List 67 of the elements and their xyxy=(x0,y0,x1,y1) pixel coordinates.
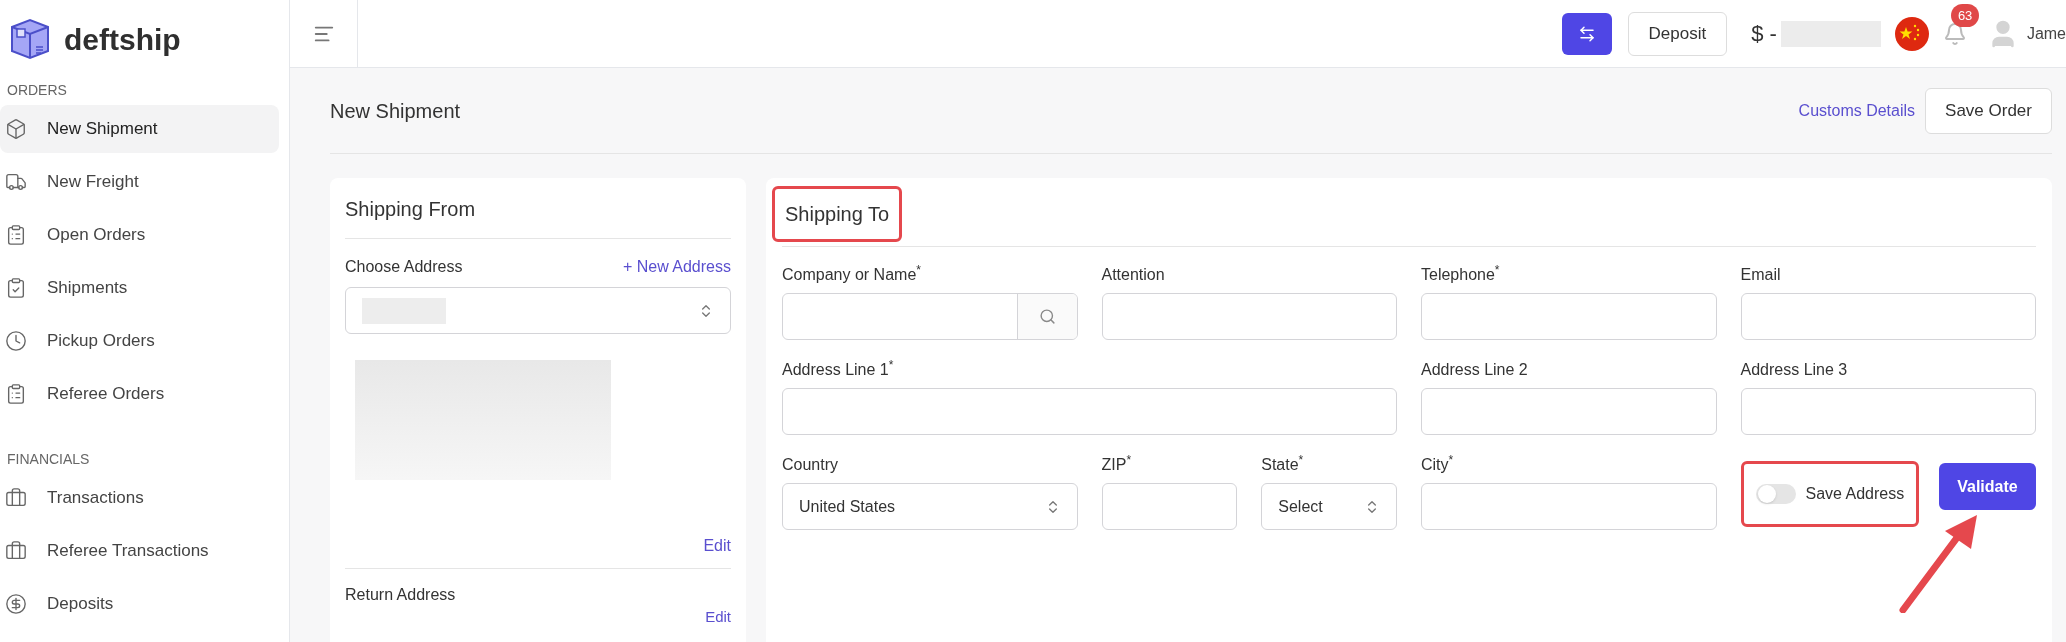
field-label: ZIP$^{*}$ xyxy=(1101,455,1133,475)
sidebar-item[interactable]: Pickup Orders xyxy=(0,317,279,365)
sidebar-icon xyxy=(5,593,27,615)
save-order-button[interactable]: Save Order xyxy=(1925,87,2052,134)
toggle-switch[interactable] xyxy=(1755,484,1796,504)
field-label: Telephone$^{*}$ xyxy=(1421,265,1501,285)
save-address-label: Save Address xyxy=(1805,484,1905,504)
sidebar-item[interactable]: Referee Transactions xyxy=(0,527,279,575)
new-address-link[interactable]: + New Address xyxy=(622,255,731,279)
brand-name: deftship xyxy=(64,21,181,58)
input-field[interactable] xyxy=(1421,388,1717,435)
notification-badge: 63 xyxy=(1950,3,1980,27)
field-label: Address Line 1$^{*}$ xyxy=(782,360,895,380)
field-label: State$^{*}$ xyxy=(1261,455,1305,475)
select-field[interactable]: Select xyxy=(1261,483,1397,530)
field-label: Address Line 3 xyxy=(1740,360,1849,380)
search-field[interactable] xyxy=(782,293,1078,340)
input-field[interactable] xyxy=(1101,483,1238,530)
sidebar-item[interactable]: Open Orders xyxy=(0,211,279,259)
card-title: Shipping From xyxy=(345,194,731,239)
sidebar-icon xyxy=(5,383,27,405)
select-field[interactable]: United States xyxy=(782,483,1078,530)
sidebar-icon xyxy=(5,171,27,193)
sidebar-item[interactable]: New Freight xyxy=(0,158,279,206)
sidebar-icon xyxy=(5,118,27,140)
page-title: New Shipment xyxy=(330,98,461,124)
section-heading: ORDERS xyxy=(6,81,68,100)
flag-icon[interactable] xyxy=(1894,16,1929,51)
sidebar-item[interactable]: Deposits xyxy=(0,580,279,628)
field-label: Choose Address xyxy=(345,257,463,277)
edit-link[interactable]: Edit xyxy=(703,534,731,558)
sidebar-icon xyxy=(5,277,27,299)
swap-button[interactable] xyxy=(1561,12,1612,55)
sidebar-item[interactable]: New Shipment xyxy=(0,105,279,153)
customs-details-link[interactable]: Customs Details xyxy=(1798,98,1916,123)
field-label: Email xyxy=(1740,265,1782,285)
field-label: Company or Name$^{*}$ xyxy=(782,265,922,285)
address-select[interactable] xyxy=(345,287,731,334)
input-field[interactable] xyxy=(782,388,1397,435)
input-field[interactable] xyxy=(1740,388,2036,435)
input-field[interactable] xyxy=(1740,293,2036,340)
edit-link[interactable]: Edit xyxy=(705,609,731,625)
swap-arrows-icon xyxy=(1577,24,1596,43)
validate-button[interactable]: Validate xyxy=(1939,463,2036,510)
field-label: Address Line 2 xyxy=(1421,360,1529,380)
sidebar-icon xyxy=(5,330,27,352)
sidebar-icon xyxy=(5,540,27,562)
balance-label: $ - xyxy=(1751,20,1777,48)
input-field[interactable] xyxy=(1101,293,1397,340)
return-address-label: Return Address xyxy=(345,585,457,605)
sidebar-icon xyxy=(5,487,27,509)
user-name[interactable]: Jame xyxy=(2026,21,2066,46)
field-label: Country xyxy=(782,455,840,475)
field-label: City$^{*}$ xyxy=(1421,455,1455,475)
sidebar-item[interactable]: Referee Orders xyxy=(0,370,279,418)
sidebar-item[interactable]: Transactions xyxy=(0,474,279,522)
card-title: Shipping To xyxy=(772,186,903,242)
deposit-button[interactable]: Deposit xyxy=(1627,11,1728,56)
input-field[interactable] xyxy=(1421,293,1717,340)
sidebar-icon xyxy=(5,224,27,246)
box-logo-icon xyxy=(8,17,52,61)
sidebar-item[interactable]: Shipments xyxy=(0,264,279,312)
section-heading: FINANCIALS xyxy=(6,450,91,469)
search-icon xyxy=(1038,308,1056,325)
bell-icon[interactable] xyxy=(1942,21,1967,46)
field-label: Attention xyxy=(1101,265,1166,285)
input-field[interactable] xyxy=(1421,483,1717,530)
